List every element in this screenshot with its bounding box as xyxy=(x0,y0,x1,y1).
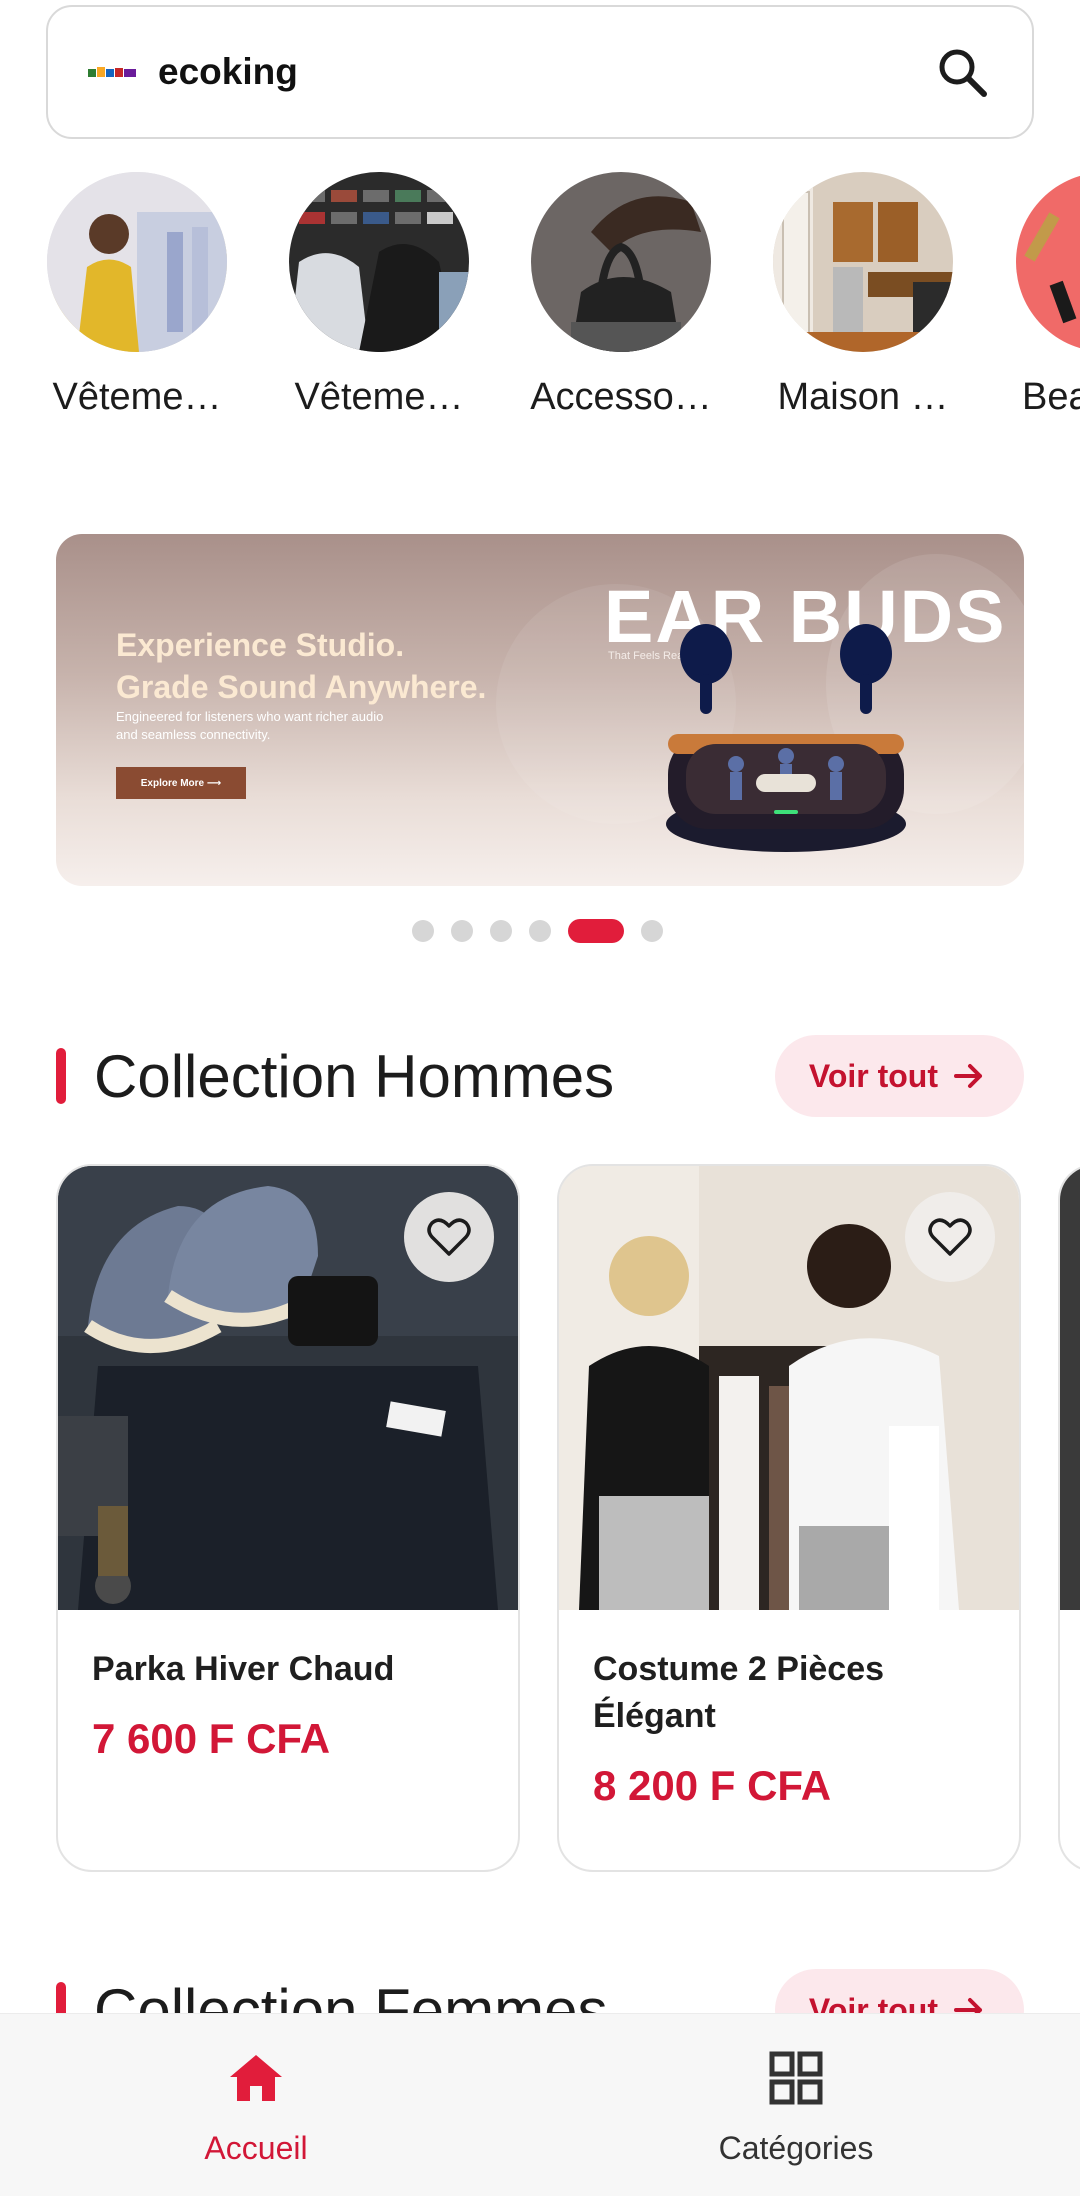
product-card-partial[interactable] xyxy=(1058,1164,1080,1872)
category-item[interactable]: Vêteme… xyxy=(264,172,494,419)
nav-label-home: Accueil xyxy=(204,2130,308,2166)
section-accent-bar xyxy=(56,1048,66,1104)
banner-headline-line1: Experience Studio. xyxy=(116,627,405,663)
search-brand-text: ecoking xyxy=(158,51,298,92)
arrow-right-icon xyxy=(954,1062,984,1090)
banner-headline: Experience Studio. Grade Sound Anywhere. xyxy=(116,624,486,708)
favorite-heart-icon[interactable] xyxy=(905,1192,995,1282)
category-item[interactable]: Bea xyxy=(1012,172,1080,419)
nav-label-categories: Catégories xyxy=(718,2130,874,2166)
banner-headline-line2: Grade Sound Anywhere. xyxy=(116,669,487,705)
banner-subtext: Engineered for listeners who want richer… xyxy=(116,708,416,744)
nav-item-categories[interactable]: Catégories xyxy=(646,2048,946,2167)
category-image xyxy=(47,172,227,352)
category-image xyxy=(531,172,711,352)
category-item[interactable]: Accesso… xyxy=(506,172,736,419)
category-label: Vêteme… xyxy=(52,376,222,418)
category-image xyxy=(773,172,953,352)
banner-subtext-line2: and seamless connectivity. xyxy=(116,727,271,742)
app-screen: ecoking Vêteme… Vêteme… Accesso… Maison … xyxy=(0,0,1080,2196)
product-image xyxy=(1060,1166,1080,1610)
home-icon xyxy=(106,2048,406,2108)
see-all-label: Voir tout xyxy=(808,1057,938,1094)
category-label: Accesso… xyxy=(530,376,712,418)
product-price: 8 200 F CFA xyxy=(593,1762,832,1809)
carousel-dot[interactable] xyxy=(641,920,663,942)
earbuds-case-image xyxy=(656,624,916,869)
grid-icon xyxy=(646,2048,946,2108)
section-title: Collection Hommes xyxy=(94,1042,615,1110)
product-name: Costume 2 Pièces Élégant xyxy=(593,1650,885,1735)
product-price: 7 600 F CFA xyxy=(92,1715,331,1762)
product-card[interactable]: Parka Hiver Chaud 7 600 F CFA xyxy=(56,1164,520,1872)
product-carousel[interactable]: Parka Hiver Chaud 7 600 F CFA Costume 2 … xyxy=(0,1164,1080,1876)
carousel-dot[interactable] xyxy=(451,920,473,942)
product-image xyxy=(559,1166,1019,1610)
carousel-dot[interactable] xyxy=(529,920,551,942)
search-icon[interactable] xyxy=(932,42,992,102)
bottom-navigation: Accueil Catégories xyxy=(0,2013,1080,2196)
explore-more-button[interactable]: Explore More ⟶ xyxy=(116,767,246,799)
category-item[interactable]: Maison … xyxy=(748,172,978,419)
section-header-hommes: Collection Hommes Voir tout xyxy=(56,1034,1024,1118)
category-strip[interactable]: Vêteme… Vêteme… Accesso… Maison … Bea xyxy=(0,172,1080,432)
product-name: Parka Hiver Chaud xyxy=(92,1650,395,1688)
see-all-button[interactable]: Voir tout xyxy=(774,1035,1024,1117)
ecoking-logo xyxy=(88,62,140,82)
carousel-dot[interactable] xyxy=(412,920,434,942)
search-bar[interactable]: ecoking xyxy=(46,5,1034,139)
category-label: Maison … xyxy=(777,376,949,418)
carousel-dot-active[interactable] xyxy=(568,919,624,943)
nav-item-home[interactable]: Accueil xyxy=(106,2048,406,2167)
category-label: Vêteme… xyxy=(294,376,464,418)
favorite-heart-icon[interactable] xyxy=(404,1192,494,1282)
carousel-indicator xyxy=(412,918,680,944)
carousel-dot[interactable] xyxy=(490,920,512,942)
category-image xyxy=(289,172,469,352)
category-image xyxy=(1016,172,1080,352)
category-item[interactable]: Vêteme… xyxy=(22,172,252,419)
product-card[interactable]: Costume 2 Pièces Élégant 8 200 F CFA xyxy=(557,1164,1021,1872)
category-label: Bea xyxy=(1022,376,1080,418)
product-image xyxy=(58,1166,518,1610)
banner-subtext-line1: Engineered for listeners who want richer… xyxy=(116,709,384,724)
promo-banner[interactable]: Experience Studio. Grade Sound Anywhere.… xyxy=(56,534,1024,886)
